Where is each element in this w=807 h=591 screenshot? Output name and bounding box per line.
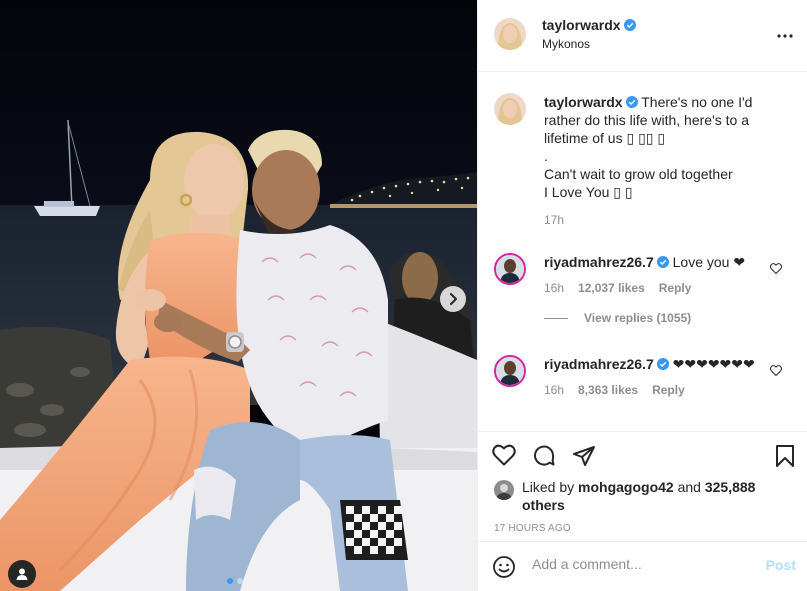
comment-reply-button[interactable]: Reply <box>652 383 685 397</box>
commenter-avatar-image <box>496 357 524 385</box>
post-actions: Liked by mohgagogo42 and 325,888 others … <box>478 431 807 541</box>
add-comment-bar: Post <box>478 541 807 591</box>
carousel-dot-active <box>227 578 233 584</box>
author-avatar[interactable] <box>494 18 526 50</box>
caption-text-line: lifetime of us ▯ ▯▯ ▯ <box>544 130 666 146</box>
user-tag-icon <box>16 568 28 580</box>
comment-likes[interactable]: 8,363 likes <box>578 383 638 397</box>
author-avatar-image <box>494 18 526 50</box>
comment-username[interactable]: riyadmahrez26.7 <box>544 356 654 372</box>
view-replies-button[interactable]: View replies (1055) <box>544 311 794 325</box>
more-options-icon <box>777 34 793 38</box>
user-tag-button[interactable] <box>8 560 36 588</box>
caption-avatar[interactable] <box>494 93 526 125</box>
comments-list[interactable]: taylorwardx There's no one I'd rather do… <box>478 73 807 431</box>
caption-time[interactable]: 17h <box>544 213 564 227</box>
caption-text-line: rather do this life with, here's to a <box>544 112 749 128</box>
commenter-avatar-image <box>496 255 524 283</box>
caption-text-line: There's no one I'd <box>641 94 753 110</box>
bookmark-icon[interactable] <box>774 444 796 468</box>
post-caption: taylorwardx There's no one I'd rather do… <box>494 93 794 227</box>
comment-likes[interactable]: 12,037 likes <box>578 281 645 295</box>
likes-summary: Liked by mohgagogo42 and 325,888 others <box>494 478 762 514</box>
photo-scene <box>0 0 477 591</box>
comment-icon[interactable] <box>532 444 556 468</box>
liker-avatar-image <box>494 480 514 500</box>
liker-avatar[interactable] <box>494 480 514 500</box>
verified-badge-icon <box>656 358 669 370</box>
comment-username[interactable]: riyadmahrez26.7 <box>544 254 654 270</box>
add-comment-input[interactable] <box>532 556 752 572</box>
emoji-icon[interactable] <box>492 555 516 579</box>
share-icon[interactable] <box>572 444 596 468</box>
caption-text-line: . <box>544 148 548 164</box>
post-photo[interactable] <box>0 0 477 591</box>
chevron-right-icon <box>450 293 457 305</box>
heart-icon[interactable] <box>492 444 516 466</box>
comment-time[interactable]: 16h <box>544 383 564 397</box>
verified-badge-icon <box>623 19 636 31</box>
carousel-next-button[interactable] <box>440 286 466 312</box>
liked-by-prefix: Liked by <box>522 479 575 495</box>
comment-reply-button[interactable]: Reply <box>659 281 692 295</box>
comment-item: riyadmahrez26.7 Love you ❤ 16h 12,037 li… <box>494 253 794 325</box>
comment-time[interactable]: 16h <box>544 281 564 295</box>
comment-like-icon[interactable] <box>770 365 782 376</box>
caption-text-line: I Love You ▯ ▯ <box>544 184 633 200</box>
view-replies-label: View replies (1055) <box>584 311 692 325</box>
post-timestamp[interactable]: 17 HOURS AGO <box>494 523 571 534</box>
commenter-avatar[interactable] <box>494 355 526 387</box>
verified-badge-icon <box>625 96 638 108</box>
liked-by-and: and <box>677 479 701 495</box>
carousel-dot <box>237 578 243 584</box>
comment-text: Love you ❤ <box>672 254 746 270</box>
caption-text-line: Can't wait to grow old together <box>544 166 733 182</box>
comment-item: riyadmahrez26.7 ❤❤❤❤❤❤❤ 16h 8,363 likes … <box>494 355 794 397</box>
carousel-indicator <box>227 578 243 584</box>
post-header: taylorwardx Mykonos <box>478 0 807 72</box>
liked-by-user[interactable]: mohgagogo42 <box>578 479 674 495</box>
more-options-button[interactable] <box>777 25 793 41</box>
post-comment-button[interactable]: Post <box>766 557 796 573</box>
post-details-panel: taylorwardx Mykonos taylorwardx There's … <box>477 0 807 591</box>
caption-username[interactable]: taylorwardx <box>544 94 623 110</box>
comment-text: ❤❤❤❤❤❤❤ <box>672 356 755 372</box>
author-username[interactable]: taylorwardx <box>542 17 621 33</box>
verified-badge-icon <box>656 256 669 268</box>
caption-avatar-image <box>494 93 526 125</box>
comment-like-icon[interactable] <box>770 263 782 274</box>
view-replies-line <box>544 317 568 319</box>
commenter-avatar[interactable] <box>494 253 526 285</box>
post-location[interactable]: Mykonos <box>542 37 590 51</box>
